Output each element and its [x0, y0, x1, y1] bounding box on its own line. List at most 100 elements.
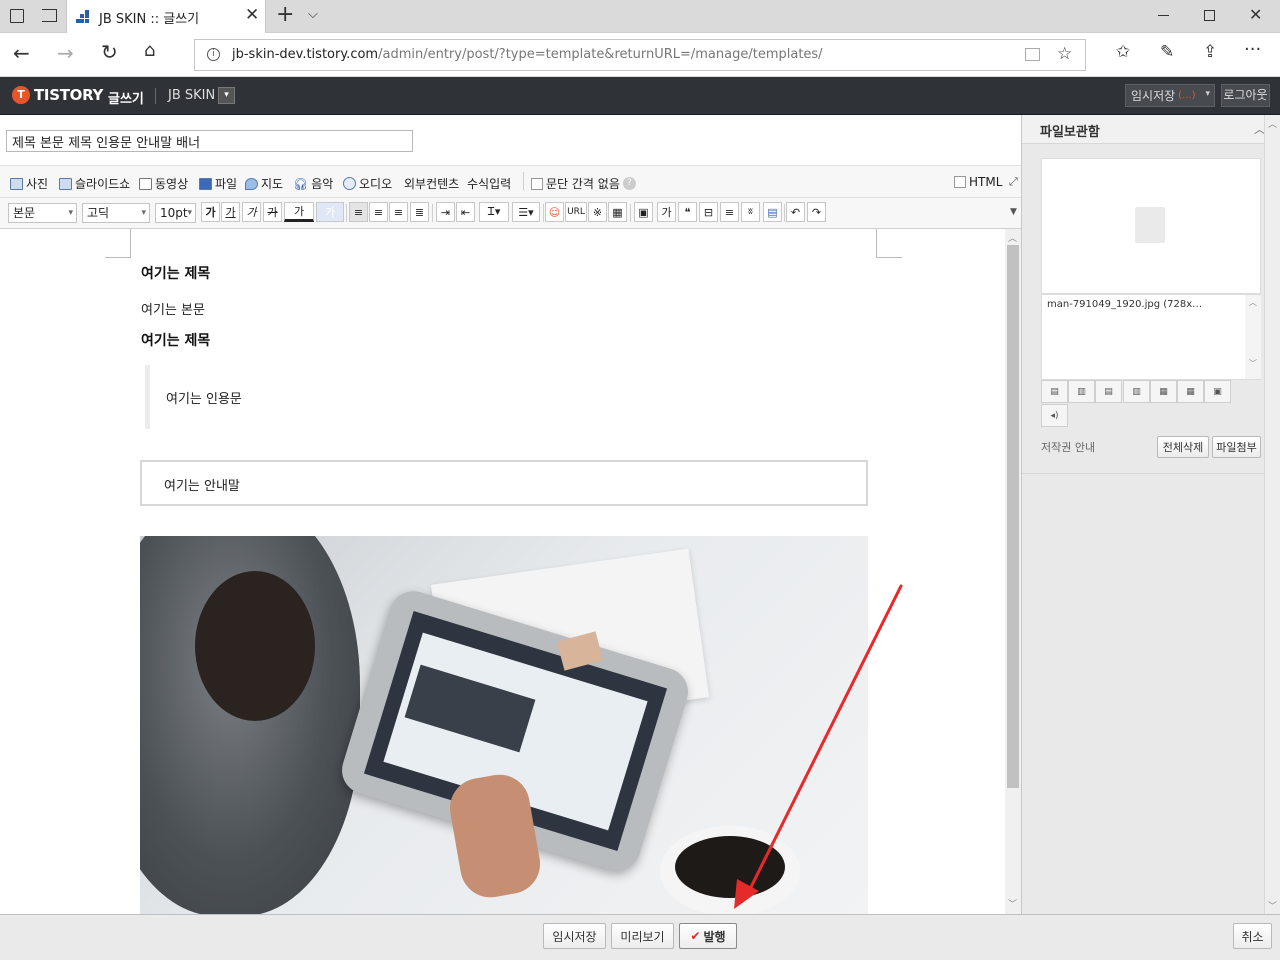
paragraph-format-select[interactable]: 본문: [8, 203, 77, 223]
redo-icon[interactable]: ↷: [807, 202, 826, 222]
tab-manager-icon[interactable]: [10, 9, 24, 23]
close-tab-icon[interactable]: ✕: [245, 5, 259, 25]
reading-view-icon[interactable]: [1025, 48, 1040, 61]
insert-two-button[interactable]: ▦: [1150, 380, 1177, 403]
insert-center-button[interactable]: ▥: [1068, 380, 1095, 403]
align-justify-icon[interactable]: ≣: [410, 202, 429, 222]
insert-link-button[interactable]: URL: [565, 202, 587, 222]
share-icon[interactable]: ⇪: [1203, 42, 1217, 62]
tistory-logo[interactable]: T TISTORY: [12, 86, 103, 104]
insert-right-button[interactable]: ▤: [1095, 380, 1122, 403]
insert-toolbar: 사진 슬라이드쇼 동영상 파일 지도 🎧︎ 음악 오디오 외부컨텐츠 수식입력 문…: [0, 166, 1021, 198]
editor-scrollbar[interactable]: ︿ ﹀: [1005, 229, 1021, 914]
html-mode-checkbox[interactable]: HTML: [954, 175, 1002, 189]
insert-formula-button[interactable]: 수식입력: [467, 175, 511, 192]
file-list[interactable]: man-791049_1920.jpg (728x… ︿ ﹀: [1041, 294, 1261, 380]
forward-icon[interactable]: →: [57, 41, 74, 65]
insert-audio-button[interactable]: ◂): [1041, 404, 1068, 427]
help-icon[interactable]: ?: [622, 177, 636, 190]
temp-save-dropdown[interactable]: 임시저장 (...) ▾: [1125, 84, 1215, 107]
cancel-button[interactable]: 취소: [1233, 923, 1272, 949]
line-height-icon[interactable]: Ꮖ▾: [479, 202, 509, 222]
align-center-icon[interactable]: ≡: [369, 202, 388, 222]
horizontal-rule-icon[interactable]: ⊟: [699, 202, 718, 222]
background-color-button[interactable]: 가: [316, 202, 344, 222]
checkbox[interactable]: [531, 177, 543, 190]
refresh-icon[interactable]: ↻: [101, 40, 118, 64]
delete-all-button[interactable]: 전체삭제: [1157, 436, 1209, 458]
expand-icon[interactable]: ⤢: [1009, 175, 1018, 189]
blog-dropdown-button[interactable]: ▾: [218, 87, 235, 104]
pen-icon[interactable]: ✎: [1160, 42, 1174, 62]
file-list-item[interactable]: man-791049_1920.jpg (728x…: [1047, 299, 1202, 310]
table-icon[interactable]: ▦: [608, 202, 627, 222]
paragraph-spacing-checkbox[interactable]: 문단 간격 없음 ?: [531, 175, 636, 192]
info-icon[interactable]: i: [207, 48, 220, 61]
emoticon-icon[interactable]: ☺: [545, 202, 564, 222]
post-title-input[interactable]: [6, 130, 413, 152]
toolbar-divider: [543, 204, 544, 222]
indent-icon[interactable]: ⇥: [436, 202, 455, 222]
insert-audio-button[interactable]: 오디오: [343, 175, 392, 192]
chevron-down-icon[interactable]: ⌵: [308, 7, 318, 22]
back-icon[interactable]: ←: [13, 41, 30, 65]
minimize-icon[interactable]: [1158, 15, 1169, 16]
publish-button[interactable]: ✔ 발행: [679, 923, 737, 949]
outdent-icon[interactable]: ⇤: [456, 202, 475, 222]
temp-save-button[interactable]: 임시저장: [543, 923, 606, 949]
panel-scrollbar[interactable]: ︿ ﹀: [1264, 115, 1280, 914]
scroll-down-icon[interactable]: ﹀: [1008, 897, 1017, 910]
font-family-select[interactable]: 고딕: [82, 203, 150, 223]
close-window-icon[interactable]: ✕: [1249, 5, 1262, 24]
insert-photo-button[interactable]: 사진: [10, 175, 48, 192]
list-icon[interactable]: ☰▾: [512, 202, 540, 222]
bold-button[interactable]: 가: [201, 202, 220, 222]
undo-icon[interactable]: ↶: [786, 202, 805, 222]
insert-video-button[interactable]: 동영상: [139, 175, 188, 192]
toolbar-collapse-icon[interactable]: ▼: [1010, 207, 1017, 217]
insert-full-button[interactable]: ▥: [1123, 380, 1150, 403]
file-list-scrollbar[interactable]: ︿ ﹀: [1245, 295, 1261, 379]
insert-gallery-button[interactable]: ▣: [1204, 380, 1231, 403]
scroll-up-icon[interactable]: ︿: [1008, 231, 1017, 244]
favorite-star-icon[interactable]: ☆: [1057, 44, 1072, 64]
browser-tab[interactable]: JB SKIN :: 글쓰기 ✕: [66, 0, 266, 33]
font-size-select[interactable]: 10pt: [155, 203, 196, 223]
insert-slideshow-button[interactable]: 슬라이드쇼: [59, 175, 130, 192]
special-char-button[interactable]: ※: [588, 202, 607, 222]
scrollbar-thumb[interactable]: [1007, 245, 1019, 788]
chevron-down-icon: ▾: [1205, 89, 1210, 99]
checkbox[interactable]: [954, 176, 966, 188]
insert-left-button[interactable]: ▤: [1041, 380, 1068, 403]
blog-name[interactable]: JB SKIN: [168, 88, 215, 103]
insert-music-button[interactable]: 🎧︎ 음악: [293, 175, 333, 192]
home-icon[interactable]: ⌂: [144, 40, 155, 61]
insert-box-icon[interactable]: ▣: [634, 202, 653, 222]
copyright-link[interactable]: 저작권 안내: [1041, 439, 1095, 455]
box-text-button[interactable]: 가: [657, 202, 676, 222]
more-icon[interactable]: ···: [1244, 39, 1261, 60]
save-icon[interactable]: ▤: [763, 202, 782, 222]
more-break-icon[interactable]: ≡: [720, 202, 739, 222]
preview-button[interactable]: 미리보기: [611, 923, 674, 949]
insert-three-button[interactable]: ▦: [1177, 380, 1204, 403]
attach-file-button[interactable]: 파일첨부: [1212, 436, 1261, 458]
new-tab-icon[interactable]: +: [276, 2, 294, 27]
text-color-button[interactable]: 가: [284, 202, 314, 222]
set-aside-tabs-icon[interactable]: [42, 9, 57, 22]
italic-button[interactable]: 가: [242, 202, 261, 222]
align-right-icon[interactable]: ≡: [389, 202, 408, 222]
editor-area[interactable]: 여기는 제목 여기는 본문 여기는 제목 여기는 인용문 여기는 안내말: [0, 229, 1005, 914]
maximize-icon[interactable]: [1204, 10, 1215, 21]
underline-button[interactable]: 가: [221, 202, 240, 222]
align-left-icon[interactable]: ≡: [349, 202, 368, 222]
insert-external-content-button[interactable]: 외부컨텐츠: [404, 175, 459, 192]
insert-map-button[interactable]: 지도: [245, 175, 283, 192]
favorites-list-icon[interactable]: ✩: [1116, 42, 1130, 62]
strikethrough-button[interactable]: 가: [263, 202, 282, 222]
url-field[interactable]: i jb-skin-dev.tistory.com/admin/entry/po…: [194, 39, 1086, 71]
more-button[interactable]: ʬ: [741, 202, 760, 222]
logout-button[interactable]: 로그아웃: [1221, 84, 1270, 107]
insert-file-button[interactable]: 파일: [199, 175, 237, 192]
blockquote-button[interactable]: ❝: [678, 202, 697, 222]
